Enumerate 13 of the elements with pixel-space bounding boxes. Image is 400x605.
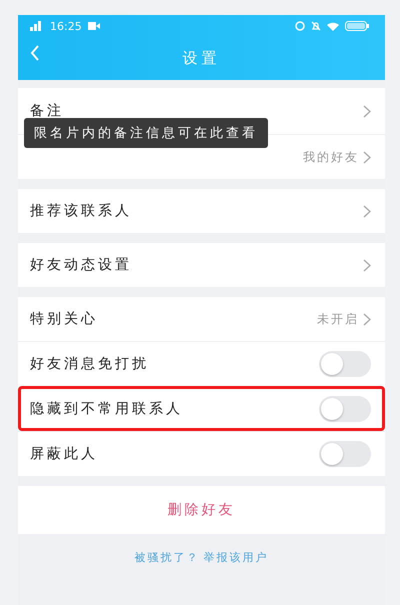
row-value: 未开启 xyxy=(317,310,359,328)
row-label: 好友动态设置 xyxy=(30,256,133,274)
row-label: 隐藏到不常用联系人 xyxy=(30,400,184,418)
status-time: 16:25 xyxy=(50,20,82,32)
tooltip: 限名片内的备注信息可在此查看 xyxy=(24,118,268,148)
row-label: 推荐该联系人 xyxy=(30,202,133,220)
row-label: 好友消息免打扰 xyxy=(30,355,150,373)
footer-question: 被骚扰了？ xyxy=(134,550,200,566)
row-label: 备注 xyxy=(30,102,65,120)
page-title: 设置 xyxy=(182,49,220,68)
row-value: 我的好友 xyxy=(303,148,359,166)
row-label: 屏蔽此人 xyxy=(30,445,99,463)
row-label: 特别关心 xyxy=(30,310,99,328)
